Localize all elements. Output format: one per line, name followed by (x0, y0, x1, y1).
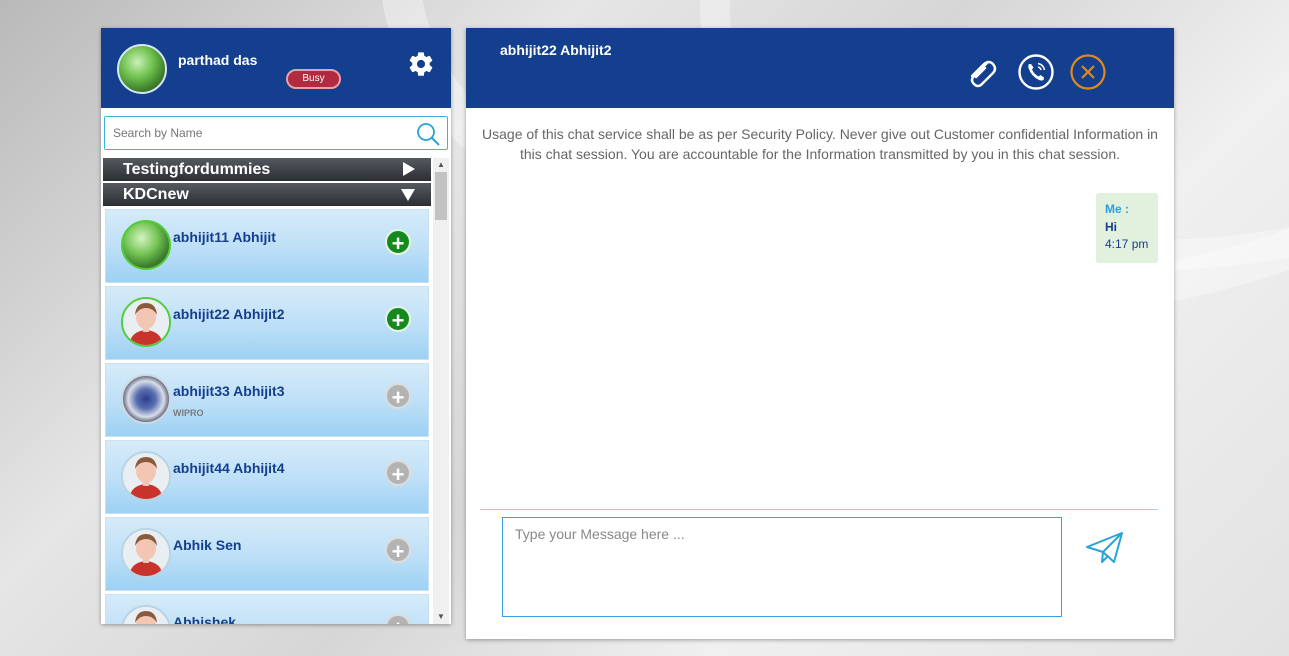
contact-list[interactable]: Testingfordummies KDCnew abhijit11 Abhij… (103, 158, 449, 624)
add-contact-button[interactable]: + (385, 306, 411, 333)
paper-plane-icon[interactable] (1085, 530, 1125, 566)
contact-avatar (121, 220, 171, 270)
scroll-down-icon[interactable]: ▼ (433, 610, 449, 624)
contact-avatar (121, 451, 171, 501)
group-label: KDCnew (123, 186, 189, 203)
add-contact-button[interactable]: + (385, 537, 411, 564)
user-avatar[interactable] (117, 44, 167, 94)
group-header-testingfordummies[interactable]: Testingfordummies (103, 158, 431, 181)
contact-name: Abhishek (173, 614, 237, 624)
scroll-up-icon[interactable]: ▲ (433, 158, 449, 172)
expand-arrow-icon[interactable] (401, 162, 415, 176)
contact-avatar (121, 297, 171, 347)
person-icon (123, 607, 169, 624)
add-contact-button[interactable]: + (385, 383, 411, 410)
person-icon (123, 530, 169, 576)
contact-avatar (121, 605, 171, 624)
contact-item[interactable]: Abhishek + (105, 594, 429, 624)
add-contact-button[interactable]: + (385, 614, 411, 624)
paperclip-icon[interactable] (962, 53, 1000, 91)
group-header-kdcnew[interactable]: KDCnew (103, 183, 431, 206)
scroll-thumb[interactable] (435, 172, 447, 220)
search-icon[interactable] (415, 121, 441, 147)
contact-avatar (121, 374, 171, 424)
divider (480, 509, 1158, 510)
message-sender: Me : (1105, 202, 1129, 216)
contact-subtitle: WIPRO (173, 408, 204, 418)
collapse-arrow-icon[interactable] (401, 187, 415, 201)
contact-item[interactable]: abhijit33 Abhijit3 WIPRO + (105, 363, 429, 437)
profile-header: parthad das Busy (101, 28, 451, 108)
group-label: Testingfordummies (123, 161, 271, 178)
person-icon (123, 299, 169, 345)
person-icon (123, 453, 169, 499)
contact-name: abhijit11 Abhijit (173, 229, 276, 245)
contact-item[interactable]: abhijit44 Abhijit4 + (105, 440, 429, 514)
security-notice: Usage of this chat service shall be as p… (482, 126, 1158, 162)
add-contact-button[interactable]: + (385, 229, 411, 256)
gear-icon[interactable] (407, 50, 435, 78)
message-input[interactable] (502, 517, 1062, 617)
contact-name: abhijit22 Abhijit2 (173, 306, 285, 322)
chat-title: abhijit22 Abhijit2 (500, 42, 612, 58)
contact-name: abhijit44 Abhijit4 (173, 460, 285, 476)
chat-panel: abhijit22 Abhijit2 Usage of this chat se… (466, 28, 1174, 639)
user-name: parthad das (178, 52, 258, 68)
message-time: 4:17 pm (1105, 237, 1149, 251)
message-text: Hi (1105, 220, 1117, 234)
contact-name: Abhik Sen (173, 537, 242, 553)
chat-header: abhijit22 Abhijit2 (466, 28, 1174, 108)
contact-item[interactable]: abhijit11 Abhijit + (105, 209, 429, 283)
status-badge[interactable]: Busy (286, 69, 341, 89)
contacts-panel: parthad das Busy Testingfordummies KDCne… (101, 28, 451, 624)
contact-name: abhijit33 Abhijit3 (173, 383, 285, 399)
message-bubble: Me : Hi 4:17 pm (1096, 193, 1158, 263)
contact-list-scrollbar[interactable]: ▲ ▼ (433, 158, 449, 624)
add-contact-button[interactable]: + (385, 460, 411, 487)
search-box (104, 116, 448, 150)
close-icon[interactable] (1069, 53, 1107, 91)
contact-item[interactable]: abhijit22 Abhijit2 + (105, 286, 429, 360)
contact-item[interactable]: Abhik Sen + (105, 517, 429, 591)
search-input[interactable] (105, 117, 405, 149)
contact-avatar (121, 528, 171, 578)
phone-icon[interactable] (1017, 53, 1055, 91)
